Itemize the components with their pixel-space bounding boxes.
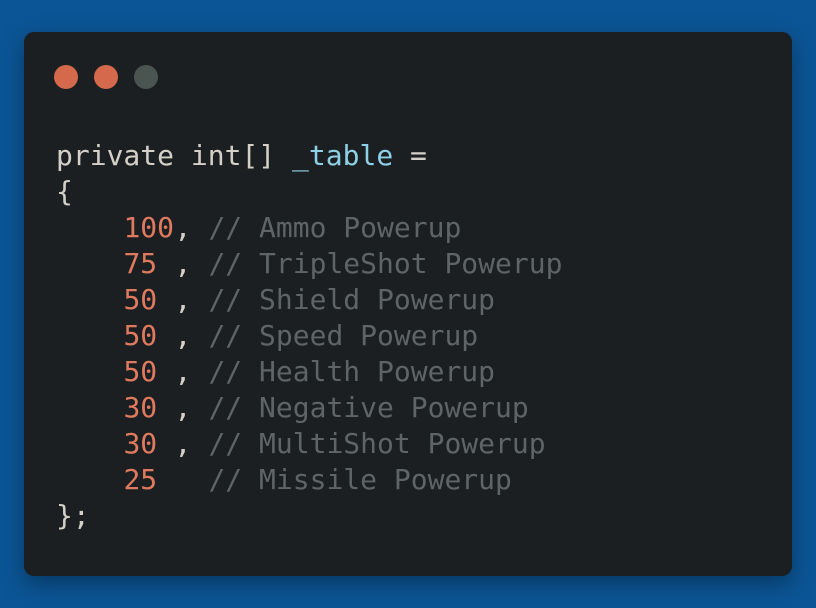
code-line-declaration: private int[] _table = [56, 138, 562, 174]
code-line-entry: 50, // Speed Powerup [56, 318, 562, 354]
code-line-close-brace: }; [56, 498, 562, 534]
entry-comment: // MultiShot Powerup [208, 427, 546, 460]
type-name: int[] [190, 139, 276, 172]
entry-value: 25 [123, 463, 158, 496]
maximize-dot-icon[interactable] [134, 65, 158, 89]
entry-comment: // Speed Powerup [208, 319, 479, 352]
close-dot-icon[interactable] [54, 65, 78, 89]
code-line-entry: 50, // Shield Powerup [56, 282, 562, 318]
entry-value: 50 [123, 283, 158, 316]
entry-separator: , [174, 283, 192, 316]
open-brace: { [56, 175, 73, 208]
entry-value: 100 [123, 211, 175, 244]
entry-comment: // Missile Powerup [208, 463, 512, 496]
entry-comment: // Ammo Powerup [208, 211, 462, 244]
code-line-open-brace: { [56, 174, 562, 210]
close-brace: }; [56, 499, 90, 532]
code-line-entry: 75, // TripleShot Powerup [56, 246, 562, 282]
variable-name: _table [292, 139, 394, 172]
code-line-entry: 50, // Health Powerup [56, 354, 562, 390]
entry-comment: // TripleShot Powerup [208, 247, 563, 280]
entry-separator: , [174, 211, 192, 244]
entry-separator: , [174, 247, 192, 280]
entry-comment: // Shield Powerup [208, 283, 496, 316]
code-window: private int[] _table ={ 100,// Ammo Powe… [24, 32, 792, 576]
entry-value: 30 [123, 427, 158, 460]
assign-operator: = [410, 139, 427, 172]
keyword-private: private [56, 139, 175, 172]
code-line-entry: 25 // Missile Powerup [56, 462, 562, 498]
code-line-entry: 100, // Ammo Powerup [56, 210, 562, 246]
code-line-entry: 30, // Negative Powerup [56, 390, 562, 426]
entry-value: 75 [123, 247, 158, 280]
minimize-dot-icon[interactable] [94, 65, 118, 89]
entry-value: 30 [123, 391, 158, 424]
entry-separator: , [174, 319, 192, 352]
entry-separator: , [174, 355, 192, 388]
window-controls [54, 65, 158, 89]
entry-comment: // Health Powerup [208, 355, 496, 388]
code-line-entry: 30, // MultiShot Powerup [56, 426, 562, 462]
entry-separator: , [174, 427, 192, 460]
entry-value: 50 [123, 319, 158, 352]
entry-comment: // Negative Powerup [208, 391, 529, 424]
code-block: private int[] _table ={ 100,// Ammo Powe… [56, 138, 562, 534]
entry-value: 50 [123, 355, 158, 388]
entry-separator: , [174, 391, 192, 424]
